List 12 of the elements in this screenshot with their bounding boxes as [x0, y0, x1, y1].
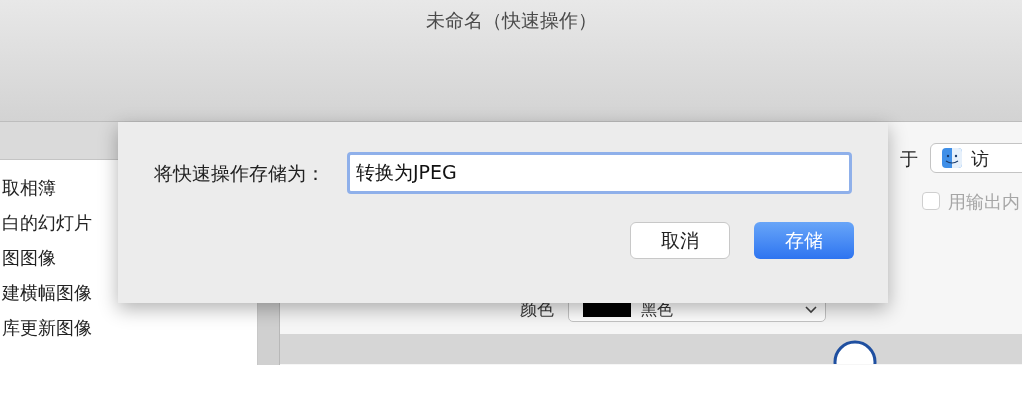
- save-as-label: 将快速操作存储为：: [154, 160, 325, 186]
- output-checkbox[interactable]: [922, 192, 940, 210]
- cancel-button[interactable]: 取消: [630, 222, 730, 259]
- chevron-down-icon: [805, 306, 817, 314]
- color-swatch: [583, 303, 631, 317]
- output-checkbox-label: 用输出内: [948, 189, 1020, 214]
- app-popup-button[interactable]: 访: [930, 143, 1022, 173]
- name-input-field[interactable]: 转换为JPEG: [347, 152, 852, 194]
- window-title: 未命名（快速操作）: [425, 8, 597, 32]
- finder-face-icon: [941, 147, 963, 169]
- input-label: 于: [900, 146, 918, 171]
- action-item[interactable]: 库更新图像: [0, 310, 257, 345]
